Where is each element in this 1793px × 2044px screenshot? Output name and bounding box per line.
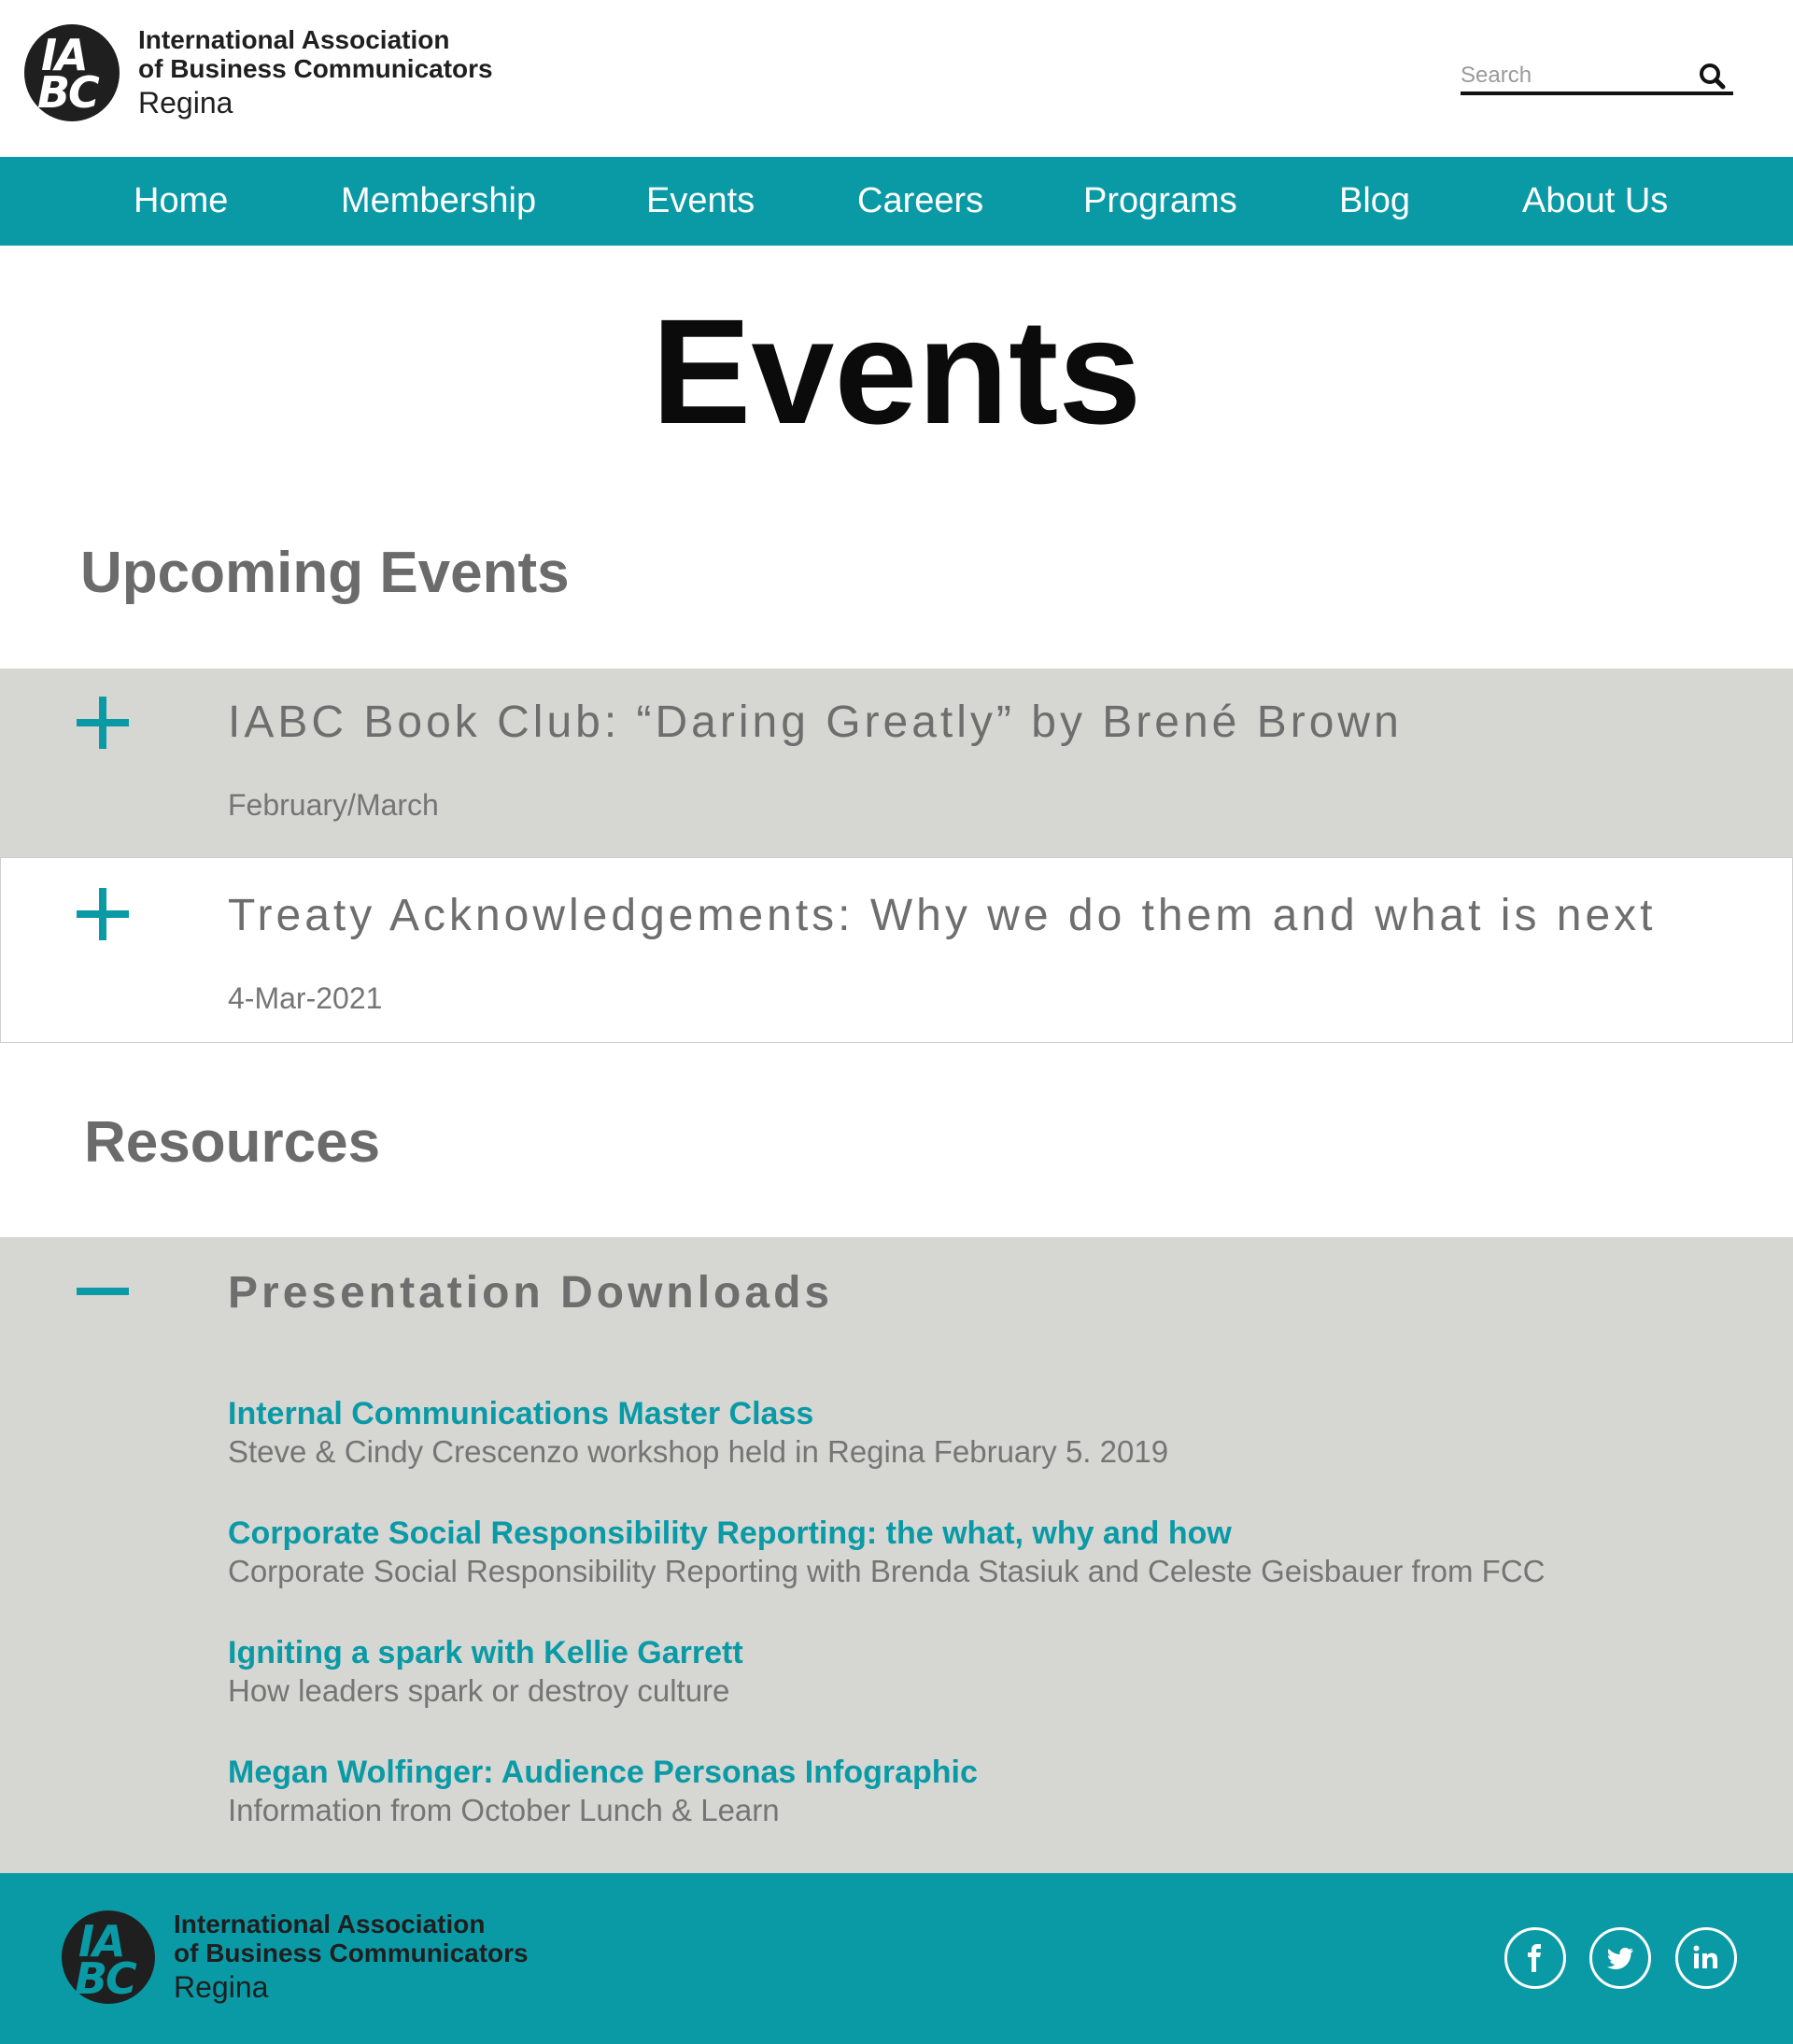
footer-logo[interactable]: IA BC International Association of Busin…: [62, 1910, 529, 2004]
nav-item-home[interactable]: Home: [134, 157, 228, 246]
site-header: IA BC International Association of Busin…: [0, 0, 1793, 157]
logo-line-2: of Business Communicators: [174, 1938, 529, 1967]
logo-line-2: of Business Communicators: [138, 53, 493, 83]
download-description: Information from October Lunch & Learn: [228, 1793, 780, 1827]
download-link[interactable]: Internal Communications Master Class: [228, 1396, 1168, 1432]
event-accordion-book-club: IABC Book Club: “Daring Greatly” by Bren…: [0, 669, 1793, 857]
panel-title[interactable]: Presentation Downloads: [228, 1267, 833, 1318]
resources-accordion-presentation-downloads: Presentation Downloads Internal Communic…: [0, 1237, 1793, 1873]
logo-line-1: International Association: [138, 25, 450, 55]
logo-line-1: International Association: [174, 1910, 486, 1939]
nav-item-programs[interactable]: Programs: [1083, 157, 1237, 246]
list-item: Igniting a spark with Kellie Garrett How…: [228, 1635, 743, 1709]
minus-icon[interactable]: [77, 1265, 129, 1318]
download-link[interactable]: Igniting a spark with Kellie Garrett: [228, 1635, 743, 1671]
twitter-icon[interactable]: [1589, 1927, 1651, 1989]
page-title: Events: [651, 288, 1142, 455]
plus-icon[interactable]: [77, 888, 129, 940]
event-date: February/March: [228, 788, 439, 822]
search-input[interactable]: [1461, 62, 1694, 90]
logo-line-3: Regina: [174, 1969, 269, 2004]
event-date: 4-Mar-2021: [228, 981, 383, 1015]
logo-text: International Association of Business Co…: [174, 1910, 529, 2003]
main-nav: Home Membership Events Careers Programs …: [0, 157, 1793, 246]
linkedin-icon[interactable]: [1675, 1927, 1737, 1989]
event-accordion-treaty: Treaty Acknowledgements: Why we do them …: [0, 857, 1793, 1043]
upcoming-events-heading: Upcoming Events: [80, 541, 570, 605]
download-description: Steve & Cindy Crescenzo workshop held in…: [228, 1434, 1169, 1469]
nav-item-about-us[interactable]: About Us: [1522, 157, 1668, 246]
download-description: Corporate Social Responsibility Reportin…: [228, 1554, 1546, 1588]
resources-heading: Resources: [84, 1110, 381, 1175]
iabc-logo-mark: IA BC: [62, 1910, 155, 2004]
logo-text: International Association of Business Co…: [138, 26, 493, 119]
nav-item-careers[interactable]: Careers: [857, 157, 983, 246]
iabc-regina-logo[interactable]: IA BC International Association of Busin…: [24, 24, 493, 121]
download-description: How leaders spark or destroy culture: [228, 1673, 730, 1708]
logo-line-3: Regina: [138, 85, 233, 120]
list-item: Internal Communications Master Class Ste…: [228, 1396, 1168, 1470]
download-link[interactable]: Corporate Social Responsibility Reportin…: [228, 1515, 1546, 1552]
nav-item-membership[interactable]: Membership: [341, 157, 536, 246]
download-link[interactable]: Megan Wolfinger: Audience Personas Infog…: [228, 1755, 978, 1791]
search-icon[interactable]: [1698, 62, 1726, 90]
site-footer: IA BC International Association of Busin…: [0, 1873, 1793, 2044]
event-title[interactable]: IABC Book Club: “Daring Greatly” by Bren…: [228, 697, 1403, 748]
plus-icon[interactable]: [77, 697, 129, 749]
iabc-logo-mark: IA BC: [24, 24, 120, 121]
search-box: [1461, 58, 1733, 95]
event-title[interactable]: Treaty Acknowledgements: Why we do them …: [228, 890, 1657, 941]
nav-item-events[interactable]: Events: [646, 157, 755, 246]
nav-item-blog[interactable]: Blog: [1339, 157, 1410, 246]
facebook-icon[interactable]: [1504, 1927, 1566, 1989]
list-item: Megan Wolfinger: Audience Personas Infog…: [228, 1755, 978, 1828]
list-item: Corporate Social Responsibility Reportin…: [228, 1515, 1546, 1589]
